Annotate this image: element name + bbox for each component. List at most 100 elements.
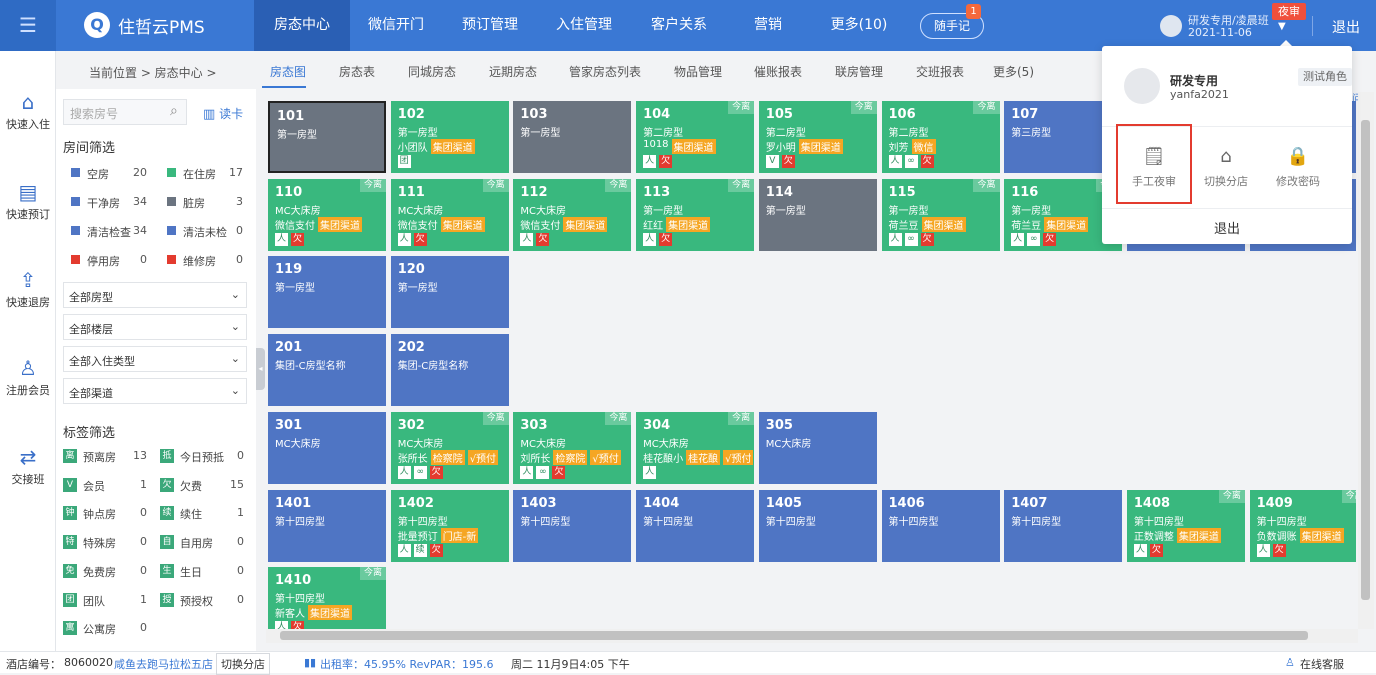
- room-status-filter[interactable]: 干净房 34: [63, 192, 153, 214]
- room-status-filter[interactable]: 停用房 0: [63, 250, 153, 272]
- room-card[interactable]: 120 第一房型: [390, 256, 509, 329]
- sub-tab[interactable]: 同城房态: [408, 63, 456, 80]
- nav-item[interactable]: 营销: [728, 0, 808, 51]
- search-input[interactable]: 搜索房号: [63, 99, 187, 125]
- room-status-filter[interactable]: 脏房 3: [159, 192, 249, 214]
- nav-item[interactable]: 预订管理: [442, 0, 538, 51]
- room-card[interactable]: 305 MC大床房: [758, 411, 877, 484]
- chevron-down-icon[interactable]: ▼: [1278, 21, 1286, 32]
- switch-store-button[interactable]: 切换分店: [216, 653, 270, 675]
- room-card[interactable]: 110 MC大床房 微信支付 集团渠道人欠 今离: [268, 178, 386, 251]
- sub-tab[interactable]: 房态图: [270, 63, 306, 80]
- room-card[interactable]: 111 MC大床房 微信支付 集团渠道人欠 今离: [390, 178, 509, 251]
- sub-tab[interactable]: 远期房态: [489, 63, 537, 80]
- room-status-filter[interactable]: 清洁检查 34: [63, 221, 153, 243]
- sub-tab[interactable]: 交班报表: [916, 63, 964, 80]
- room-status-filter[interactable]: 在住房 17: [159, 163, 249, 185]
- room-card[interactable]: 115 第一房型 荷兰豆 集团渠道人 ∞ 欠 今离: [881, 178, 1000, 251]
- quick-action[interactable]: ⌂ 快速入住: [0, 91, 56, 132]
- hotel-name[interactable]: 咸鱼去跑马拉松五店: [114, 656, 213, 672]
- room-card[interactable]: 1407 第十四房型: [1004, 489, 1123, 562]
- room-card[interactable]: 202 集团-C房型名称: [390, 334, 509, 407]
- sub-tab[interactable]: 管家房态列表: [569, 63, 641, 80]
- room-card[interactable]: 1406 第十四房型: [881, 489, 1000, 562]
- status-swatch: [71, 168, 80, 177]
- filter-select[interactable]: 全部入住类型 ⌄: [63, 346, 247, 372]
- room-card[interactable]: 119 第一房型: [268, 256, 386, 329]
- quick-action[interactable]: ⇪ 快速退房: [0, 269, 56, 310]
- room-card[interactable]: 1405 第十四房型: [758, 489, 877, 562]
- room-card[interactable]: 1401 第十四房型: [268, 489, 386, 562]
- guest-name: 负数调账: [1256, 531, 1297, 543]
- room-card[interactable]: 201 集团-C房型名称: [268, 334, 386, 407]
- filter-select[interactable]: 全部房型 ⌄: [63, 282, 247, 308]
- room-card[interactable]: 104 第二房型 1018 集团渠道人欠 今离: [636, 101, 755, 173]
- room-status-filter[interactable]: 空房 20: [63, 163, 153, 185]
- room-card[interactable]: 303 MC大床房 刘所长 检察院 √预付人 ∞ 欠 今离: [513, 411, 632, 484]
- room-card[interactable]: 302 MC大床房 张所长 检察院 √预付人 ∞ 欠 今离: [390, 411, 509, 484]
- tag-filter[interactable]: 生生日 0: [153, 561, 250, 583]
- tag-filter[interactable]: 钟钟点房 0: [56, 503, 153, 525]
- search-icon[interactable]: ⌕: [170, 103, 178, 119]
- tag-filter[interactable]: 寓公寓房 0: [56, 618, 153, 640]
- room-card[interactable]: 1402 第十四房型 批量预订 门店-新人续欠: [390, 489, 509, 562]
- tag-filter[interactable]: 授预授权 0: [153, 590, 250, 612]
- dropdown-action[interactable]: 🔒 修改密码: [1262, 146, 1334, 189]
- tag-filter[interactable]: 续续住 1: [153, 503, 250, 525]
- dropdown-action[interactable]: ⌂ 切换分店: [1190, 146, 1262, 189]
- guest-icon: 人: [1256, 543, 1270, 557]
- menu-toggle-icon[interactable]: ☰: [0, 0, 56, 51]
- quick-action[interactable]: ♙ 注册会员: [0, 357, 56, 398]
- dropdown-logout-button[interactable]: 退出: [1102, 218, 1352, 237]
- room-card[interactable]: 101 第一房型: [268, 101, 386, 173]
- sub-tab[interactable]: 物品管理: [674, 63, 722, 80]
- room-card[interactable]: 1410 第十四房型 新客人 集团渠道人欠 今离: [268, 567, 386, 629]
- quick-action-icon: ⇄: [19, 445, 37, 469]
- tag-filter[interactable]: 自自用房 0: [153, 532, 250, 554]
- room-card[interactable]: 1408 第十四房型 正数调整 集团渠道人欠 今离: [1126, 489, 1245, 562]
- room-card[interactable]: 1403 第十四房型: [513, 489, 632, 562]
- tag-filter[interactable]: 团团队 1: [56, 590, 153, 612]
- sub-tab[interactable]: 联房管理: [835, 63, 883, 80]
- tag-filter[interactable]: 特特殊房 0: [56, 532, 153, 554]
- guest-name: 小团队: [397, 143, 428, 154]
- room-status-filter[interactable]: 清洁未检 0: [159, 221, 249, 243]
- room-card[interactable]: 102 第一房型 小团队 集团渠道团: [390, 101, 509, 173]
- room-card[interactable]: 301 MC大床房: [268, 411, 386, 484]
- read-card-button[interactable]: ▥ 读卡: [203, 105, 243, 122]
- nav-item[interactable]: 更多(10): [808, 0, 910, 51]
- logout-button[interactable]: 退出: [1332, 17, 1360, 37]
- room-card[interactable]: 112 MC大床房 微信支付 集团渠道人欠 今离: [513, 178, 632, 251]
- room-card[interactable]: 1409 第十四房型负数调账集团渠道人欠 今离: [1249, 489, 1356, 562]
- filter-select[interactable]: 全部渠道 ⌄: [63, 378, 247, 404]
- room-card[interactable]: 103 第一房型: [513, 101, 632, 173]
- sub-tab[interactable]: 更多(5): [993, 63, 1034, 80]
- quick-action[interactable]: ⇄ 交接班: [0, 446, 56, 487]
- guest-info: 红红 集团渠道: [643, 216, 711, 232]
- room-card[interactable]: 304 MC大床房 桂花酿小 桂花酿 √预付人 今离: [636, 411, 755, 484]
- quick-action[interactable]: ▤ 快速预订: [0, 181, 56, 222]
- dropdown-action[interactable]: 🗒 手工夜审: [1118, 146, 1190, 189]
- collapse-panel-handle[interactable]: ◂: [256, 348, 265, 390]
- online-support-button[interactable]: 在线客服: [1300, 656, 1344, 672]
- vertical-scroll-thumb[interactable]: [1361, 120, 1370, 600]
- sub-tab[interactable]: 房态表: [339, 63, 375, 80]
- tag-filter[interactable]: 抵今日预抵 0: [153, 446, 250, 468]
- nav-item[interactable]: 微信开门: [350, 0, 442, 51]
- room-card[interactable]: 114 第一房型: [758, 178, 877, 251]
- nav-item[interactable]: 入住管理: [538, 0, 630, 51]
- tag-filter[interactable]: 离预离房 13: [56, 446, 153, 468]
- tag-filter[interactable]: 免免费房 0: [56, 561, 153, 583]
- room-card[interactable]: 106 第二房型 刘芳 微信人 ∞ 欠 今离: [881, 101, 1000, 173]
- horizontal-scroll-thumb[interactable]: [280, 631, 1308, 640]
- tag-filter[interactable]: 欠欠费 15: [153, 475, 250, 497]
- room-card[interactable]: 1404 第十四房型: [636, 489, 755, 562]
- sub-tab[interactable]: 催账报表: [754, 63, 802, 80]
- nav-item[interactable]: 房态中心: [254, 0, 350, 51]
- room-card[interactable]: 105 第二房型 罗小明 集团渠道 V 欠今离: [758, 101, 877, 173]
- filter-select[interactable]: 全部楼层 ⌄: [63, 314, 247, 340]
- room-status-filter[interactable]: 维修房 0: [159, 250, 249, 272]
- tag-filter[interactable]: V 会员 1: [56, 475, 153, 497]
- room-card[interactable]: 113 第一房型 红红 集团渠道人欠 今离: [636, 178, 755, 251]
- nav-item[interactable]: 客户关系: [630, 0, 728, 51]
